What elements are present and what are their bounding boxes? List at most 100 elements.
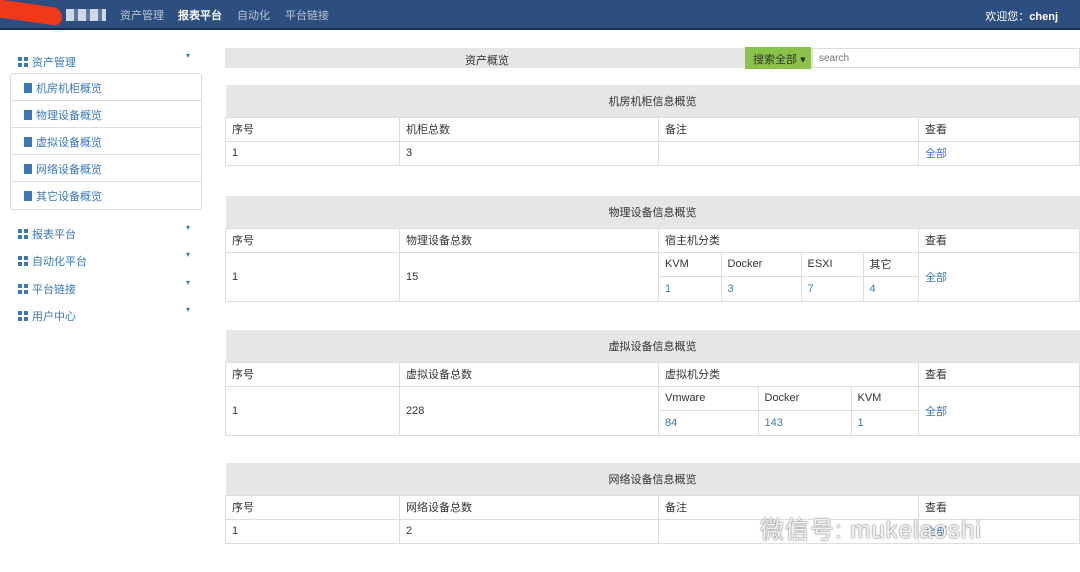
other-count-link[interactable]: 4 (870, 283, 876, 295)
column-header: 物理设备总数 (399, 227, 659, 253)
view-all-link[interactable]: 全部 (925, 406, 947, 418)
column-header: 查看 (918, 227, 1080, 253)
caret-icon: ▾ (185, 223, 190, 232)
search-all-button[interactable]: 搜索全部 ▾ (745, 47, 811, 69)
item-label: 物理设备概览 (36, 110, 102, 122)
caret-icon: ▾ (185, 305, 190, 314)
column-header: 虚拟设备总数 (399, 361, 659, 387)
sub-header: KVM (851, 386, 918, 411)
book-icon (24, 164, 32, 174)
group-label: 资产管理 (32, 57, 76, 69)
sidebar-item-network[interactable]: 网络设备概览 (11, 155, 201, 182)
welcome-label: 欢迎您： (985, 11, 1030, 23)
grid-icon (18, 57, 28, 67)
cell-note (658, 140, 919, 166)
sub-header: ESXI (801, 252, 864, 277)
column-header: 机柜总数 (399, 116, 659, 142)
table-row: 1 3 全部 (225, 140, 1080, 166)
column-header: 序号 (225, 494, 400, 520)
cell-no: 1 (225, 518, 400, 544)
column-header: 序号 (225, 116, 400, 142)
view-all-link[interactable]: 全部 (925, 272, 947, 284)
sidebar-group-report[interactable]: 报表平台 ▾ (18, 223, 196, 242)
column-header: 序号 (225, 361, 400, 387)
search-button-label: 搜索全部 (753, 54, 797, 66)
column-header: 虚拟机分类 (658, 361, 919, 387)
item-label: 网络设备概览 (36, 164, 102, 176)
sidebar-group-automation[interactable]: 自动化平台 ▾ (18, 250, 196, 269)
sidebar-item-cabinet[interactable]: 机房机柜概览 (11, 74, 201, 101)
brand-name-blurred (66, 9, 106, 21)
book-icon (24, 137, 32, 147)
search-input[interactable] (812, 48, 1080, 68)
table-title: 网络设备信息概览 (225, 463, 1080, 495)
table-row: 1 15 KVM Docker ESXI 其它 1374 全部 (225, 251, 1080, 302)
column-header: 网络设备总数 (399, 494, 659, 520)
view-all-link[interactable]: 全部 (925, 148, 947, 160)
table-title: 物理设备信息概览 (225, 196, 1080, 228)
cell-total: 3 (399, 140, 659, 166)
docker-count-link[interactable]: 143 (765, 417, 783, 429)
caret-icon: ▾ (185, 278, 190, 287)
watermark: 微信号: mukelaoshi (760, 517, 982, 544)
grid-icon (18, 229, 28, 239)
overview-title: 资产概览 (465, 55, 509, 67)
table-row: 1 228 Vmware Docker KVM 84 143 1 全部 (225, 385, 1080, 436)
nav-asset-management[interactable]: 资产管理 (120, 7, 164, 23)
asset-submenu: 机房机柜概览 物理设备概览 虚拟设备概览 网络设备概览 其它设备概览 (10, 73, 202, 210)
sidebar-group-asset[interactable]: 资产管理 ▾ (18, 51, 196, 70)
physical-table: 物理设备信息概览 序号 物理设备总数 宿主机分类 查看 1 15 KVM Docker ES… (225, 196, 1080, 302)
sidebar-item-other[interactable]: 其它设备概览 (11, 182, 201, 209)
caret-icon: ▾ (185, 51, 190, 60)
nav-platform-links[interactable]: 平台链接 (285, 7, 329, 23)
grid-icon (18, 256, 28, 266)
docker-count-link[interactable]: 3 (728, 283, 734, 295)
grid-icon (18, 311, 28, 321)
sidebar-item-physical[interactable]: 物理设备概览 (11, 101, 201, 128)
cabinet-table: 机房机柜信息概览 序号 机柜总数 备注 查看 1 3 全部 (225, 85, 1080, 166)
grid-icon (18, 284, 28, 294)
table-title: 虚拟设备信息概览 (225, 330, 1080, 362)
welcome-user[interactable]: 欢迎您：chenj (985, 8, 1058, 24)
sub-header: Vmware (659, 386, 759, 411)
sidebar-group-links[interactable]: 平台链接 ▾ (18, 278, 196, 297)
group-label: 用户中心 (32, 311, 76, 323)
esxi-count-link[interactable]: 7 (808, 283, 814, 295)
logo (0, 0, 62, 27)
cell-total: 228 (399, 385, 659, 436)
top-navbar: 资产管理 报表平台 自动化 平台链接 欢迎您：chenj (0, 0, 1080, 30)
cell-no: 1 (225, 385, 400, 436)
item-label: 机房机柜概览 (36, 83, 102, 95)
book-icon (24, 110, 32, 120)
sub-header: 其它 (863, 252, 918, 277)
kvm-count-link[interactable]: 1 (665, 283, 671, 295)
cell-no: 1 (225, 140, 400, 166)
sub-header: Docker (721, 252, 802, 277)
kvm-count-link[interactable]: 1 (858, 417, 864, 429)
sidebar-group-user-center[interactable]: 用户中心 ▾ (18, 305, 196, 324)
table-title: 机房机柜信息概览 (225, 85, 1080, 117)
cell-total: 2 (399, 518, 659, 544)
item-label: 虚拟设备概览 (36, 137, 102, 149)
group-label: 报表平台 (32, 229, 76, 241)
book-icon (24, 191, 32, 201)
nav-automation[interactable]: 自动化 (237, 7, 270, 23)
overview-bar: 资产概览 搜索全部 ▾ (225, 47, 1080, 69)
cell-total: 15 (399, 251, 659, 302)
column-header: 宿主机分类 (658, 227, 919, 253)
sub-header: Docker (758, 386, 852, 411)
nav-report-platform[interactable]: 报表平台 (178, 7, 222, 23)
column-header: 查看 (918, 116, 1080, 142)
group-label: 自动化平台 (32, 256, 87, 268)
caret-icon: ▾ (185, 250, 190, 259)
item-label: 其它设备概览 (36, 191, 102, 203)
vmware-count-link[interactable]: 84 (665, 417, 677, 429)
username: chenj (1029, 11, 1058, 23)
column-header: 查看 (918, 361, 1080, 387)
virtual-table: 虚拟设备信息概览 序号 虚拟设备总数 虚拟机分类 查看 1 228 Vmware Dock… (225, 330, 1080, 436)
cell-no: 1 (225, 251, 400, 302)
sidebar-item-virtual[interactable]: 虚拟设备概览 (11, 128, 201, 155)
caret-icon: ▾ (800, 54, 806, 66)
book-icon (24, 83, 32, 93)
sub-header: KVM (659, 252, 722, 277)
